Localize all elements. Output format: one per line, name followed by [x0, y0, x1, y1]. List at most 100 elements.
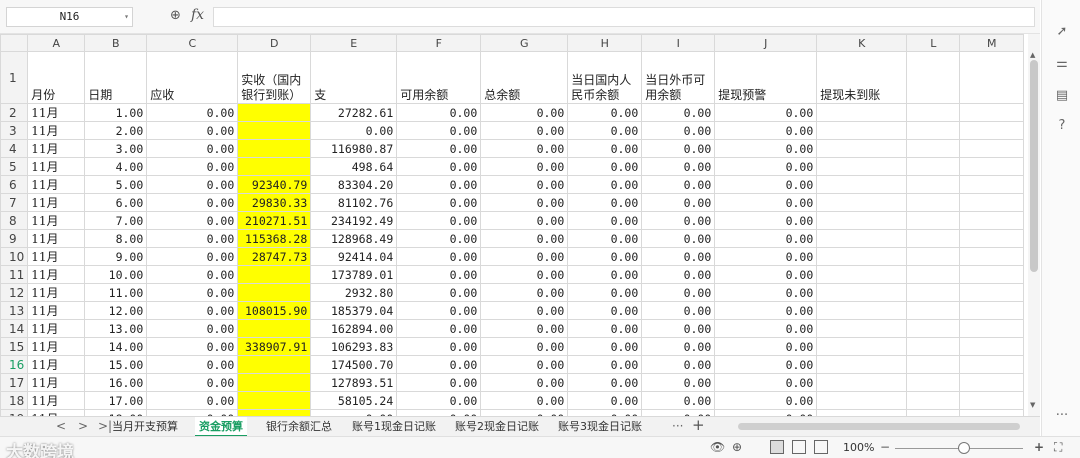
cell-a[interactable]: 11月 [27, 175, 86, 194]
cell-i[interactable]: 0.00 [641, 247, 716, 266]
cell-a[interactable]: 11月 [27, 121, 86, 140]
cell-h[interactable]: 0.00 [567, 103, 643, 122]
cell-c[interactable]: 0.00 [146, 121, 239, 140]
empty-cell[interactable] [816, 211, 908, 230]
cell-i[interactable]: 0.00 [641, 103, 716, 122]
chevron-down-icon[interactable]: ▾ [124, 8, 129, 26]
page-layout-icon[interactable] [792, 440, 806, 454]
row-header[interactable]: 10 [0, 247, 29, 266]
cell-b[interactable]: 9.00 [84, 247, 148, 266]
cell-j[interactable]: 0.00 [714, 265, 818, 284]
cell-d[interactable] [237, 355, 312, 374]
cell-a[interactable]: 11月 [27, 103, 86, 122]
row-header[interactable]: 13 [0, 301, 29, 320]
row-header[interactable]: 17 [0, 373, 29, 392]
cell-c[interactable]: 0.00 [146, 175, 239, 194]
empty-cell[interactable] [906, 319, 961, 338]
empty-cell[interactable] [959, 355, 1025, 374]
empty-cell[interactable] [906, 121, 961, 140]
cell-c[interactable]: 0.00 [146, 247, 239, 266]
select-all-corner[interactable] [0, 34, 29, 52]
cell-c[interactable]: 0.00 [146, 265, 239, 284]
empty-cell[interactable] [959, 301, 1025, 320]
cell-c[interactable]: 0.00 [146, 193, 239, 212]
cell-d[interactable]: 92340.79 [237, 175, 312, 194]
row-header[interactable]: 12 [0, 283, 29, 302]
cell-j[interactable]: 0.00 [714, 373, 818, 392]
cell-d[interactable] [237, 391, 312, 410]
scroll-up-icon[interactable]: ▲ [1030, 51, 1035, 59]
row-header[interactable]: 6 [0, 175, 29, 194]
header-cell[interactable]: 支 [310, 51, 398, 104]
empty-cell[interactable] [906, 157, 961, 176]
cell-i[interactable]: 0.00 [641, 175, 716, 194]
empty-cell[interactable] [906, 391, 961, 410]
cell-e[interactable]: 498.64 [310, 157, 398, 176]
column-header[interactable]: H [567, 34, 643, 52]
cell-b[interactable]: 5.00 [84, 175, 148, 194]
cell-a[interactable]: 11月 [27, 337, 86, 356]
empty-cell[interactable] [816, 373, 908, 392]
cell-j[interactable]: 0.00 [714, 355, 818, 374]
cell-d[interactable] [237, 373, 312, 392]
zoom-icon[interactable]: ⊕ [170, 8, 181, 23]
cell-b[interactable]: 10.00 [84, 265, 148, 284]
cell-h[interactable]: 0.00 [567, 157, 643, 176]
empty-cell[interactable] [816, 103, 908, 122]
header-cell[interactable]: 当日外币可用余额 [641, 51, 716, 104]
cell-j[interactable]: 0.00 [714, 121, 818, 140]
cell-e[interactable]: 58105.24 [310, 391, 398, 410]
cell-f[interactable]: 0.00 [396, 355, 482, 374]
cell-j[interactable]: 0.00 [714, 175, 818, 194]
cell-a[interactable]: 11月 [27, 301, 86, 320]
column-header[interactable]: J [714, 34, 818, 52]
empty-cell[interactable] [959, 103, 1025, 122]
cell-c[interactable]: 0.00 [146, 355, 239, 374]
cell-i[interactable]: 0.00 [641, 157, 716, 176]
cell-i[interactable]: 0.00 [641, 319, 716, 338]
cell-b[interactable]: 13.00 [84, 319, 148, 338]
empty-cell[interactable] [816, 139, 908, 158]
cell-f[interactable]: 0.00 [396, 373, 482, 392]
cell-i[interactable]: 0.00 [641, 373, 716, 392]
row-header[interactable]: 18 [0, 391, 29, 410]
empty-cell[interactable] [906, 265, 961, 284]
cell-g[interactable]: 0.00 [480, 247, 569, 266]
empty-cell[interactable] [816, 283, 908, 302]
cell-e[interactable]: 174500.70 [310, 355, 398, 374]
cell-j[interactable]: 0.00 [714, 247, 818, 266]
normal-view-icon[interactable] [770, 440, 784, 454]
cell-c[interactable]: 0.00 [146, 139, 239, 158]
zoom-level[interactable]: 100% [843, 441, 874, 454]
row-header[interactable]: 3 [0, 121, 29, 140]
empty-cell[interactable] [959, 247, 1025, 266]
header-cell[interactable]: 实收（国内银行到账） [237, 51, 312, 104]
cell-h[interactable]: 0.00 [567, 265, 643, 284]
column-header[interactable]: M [959, 34, 1025, 52]
cell-b[interactable]: 4.00 [84, 157, 148, 176]
header-cell[interactable]: 提现预警 [714, 51, 818, 104]
zoom-slider-knob[interactable] [958, 442, 970, 454]
name-box[interactable]: N16 ▾ [6, 7, 133, 27]
cell-d[interactable]: 115368.28 [237, 229, 312, 248]
cell-e[interactable]: 92414.04 [310, 247, 398, 266]
empty-cell[interactable] [816, 337, 908, 356]
empty-cell[interactable] [816, 193, 908, 212]
empty-cell[interactable] [906, 103, 961, 122]
column-header[interactable]: I [641, 34, 716, 52]
cell-f[interactable]: 0.00 [396, 175, 482, 194]
empty-cell[interactable] [906, 301, 961, 320]
header-cell[interactable] [906, 51, 961, 104]
cell-b[interactable]: 3.00 [84, 139, 148, 158]
cell-i[interactable]: 0.00 [641, 193, 716, 212]
cell-a[interactable]: 11月 [27, 229, 86, 248]
cell-a[interactable]: 11月 [27, 355, 86, 374]
header-cell[interactable]: 应收 [146, 51, 239, 104]
cell-a[interactable]: 11月 [27, 157, 86, 176]
empty-cell[interactable] [906, 337, 961, 356]
cell-a[interactable]: 11月 [27, 211, 86, 230]
cell-e[interactable]: 27282.61 [310, 103, 398, 122]
cell-c[interactable]: 0.00 [146, 373, 239, 392]
cell-e[interactable]: 106293.83 [310, 337, 398, 356]
cell-g[interactable]: 0.00 [480, 319, 569, 338]
